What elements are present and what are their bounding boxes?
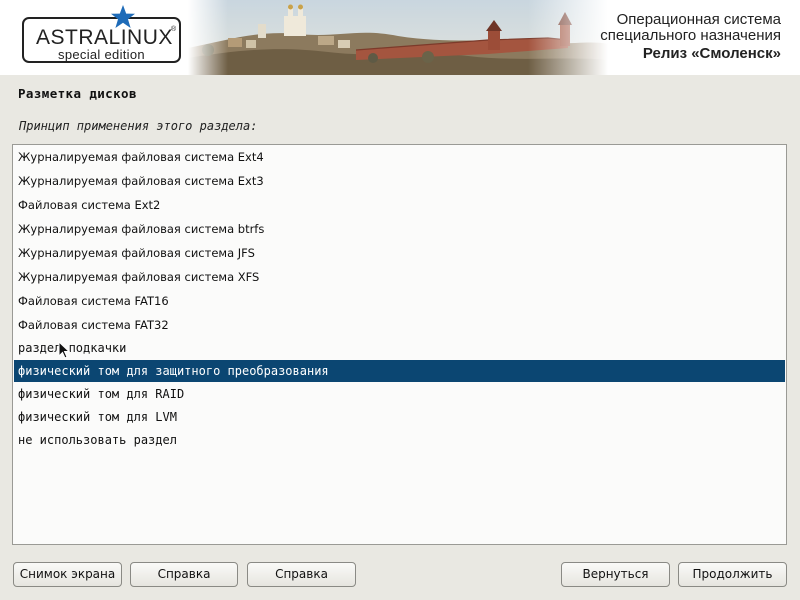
list-item[interactable]: Журналируемая файловая система Ext4 — [14, 146, 785, 168]
logo-registered-mark: ® — [171, 26, 177, 33]
list-item[interactable]: физический том для LVM — [14, 406, 785, 428]
list-item[interactable]: раздел подкачки — [14, 337, 785, 359]
list-item[interactable]: Журналируемая файловая система btrfs — [14, 218, 785, 240]
list-item[interactable]: Файловая система FAT32 — [14, 314, 785, 336]
list-item[interactable]: Журналируемая файловая система JFS — [14, 242, 785, 264]
prompt-label: Принцип применения этого раздела: — [19, 119, 258, 133]
list-item[interactable]: физический том для RAID — [14, 383, 785, 405]
list-item[interactable]: физический том для защитного преобразова… — [14, 360, 785, 382]
os-title-line2: специального назначения — [600, 27, 781, 44]
help-button-2[interactable]: Справка — [247, 562, 356, 587]
list-item[interactable]: не использовать раздел — [14, 429, 785, 451]
release-name: Релиз «Смоленск» — [642, 45, 781, 62]
header-banner: ASTRALINUX ® special edition Операционна… — [0, 0, 800, 75]
astralinux-logo: ASTRALINUX ® special edition — [22, 5, 181, 63]
logo-subtitle: special edition — [58, 47, 145, 62]
list-item[interactable]: Файловая система FAT16 — [14, 290, 785, 312]
os-title: Операционная система специального назнач… — [600, 12, 781, 44]
back-button[interactable]: Вернуться — [561, 562, 670, 587]
continue-button[interactable]: Продолжить — [678, 562, 787, 587]
list-item[interactable]: Журналируемая файловая система Ext3 — [14, 170, 785, 192]
list-item[interactable]: Файловая система Ext2 — [14, 194, 785, 216]
smolensk-panorama-photo — [188, 0, 608, 75]
screenshot-button[interactable]: Снимок экрана — [13, 562, 122, 587]
usage-method-list[interactable]: Журналируемая файловая система Ext4 Журн… — [12, 144, 787, 545]
mouse-pointer-icon — [58, 341, 70, 359]
list-item[interactable]: Журналируемая файловая система XFS — [14, 266, 785, 288]
page-title: Разметка дисков — [18, 86, 137, 101]
os-title-line1: Операционная система — [616, 11, 781, 28]
help-button[interactable]: Справка — [130, 562, 238, 587]
